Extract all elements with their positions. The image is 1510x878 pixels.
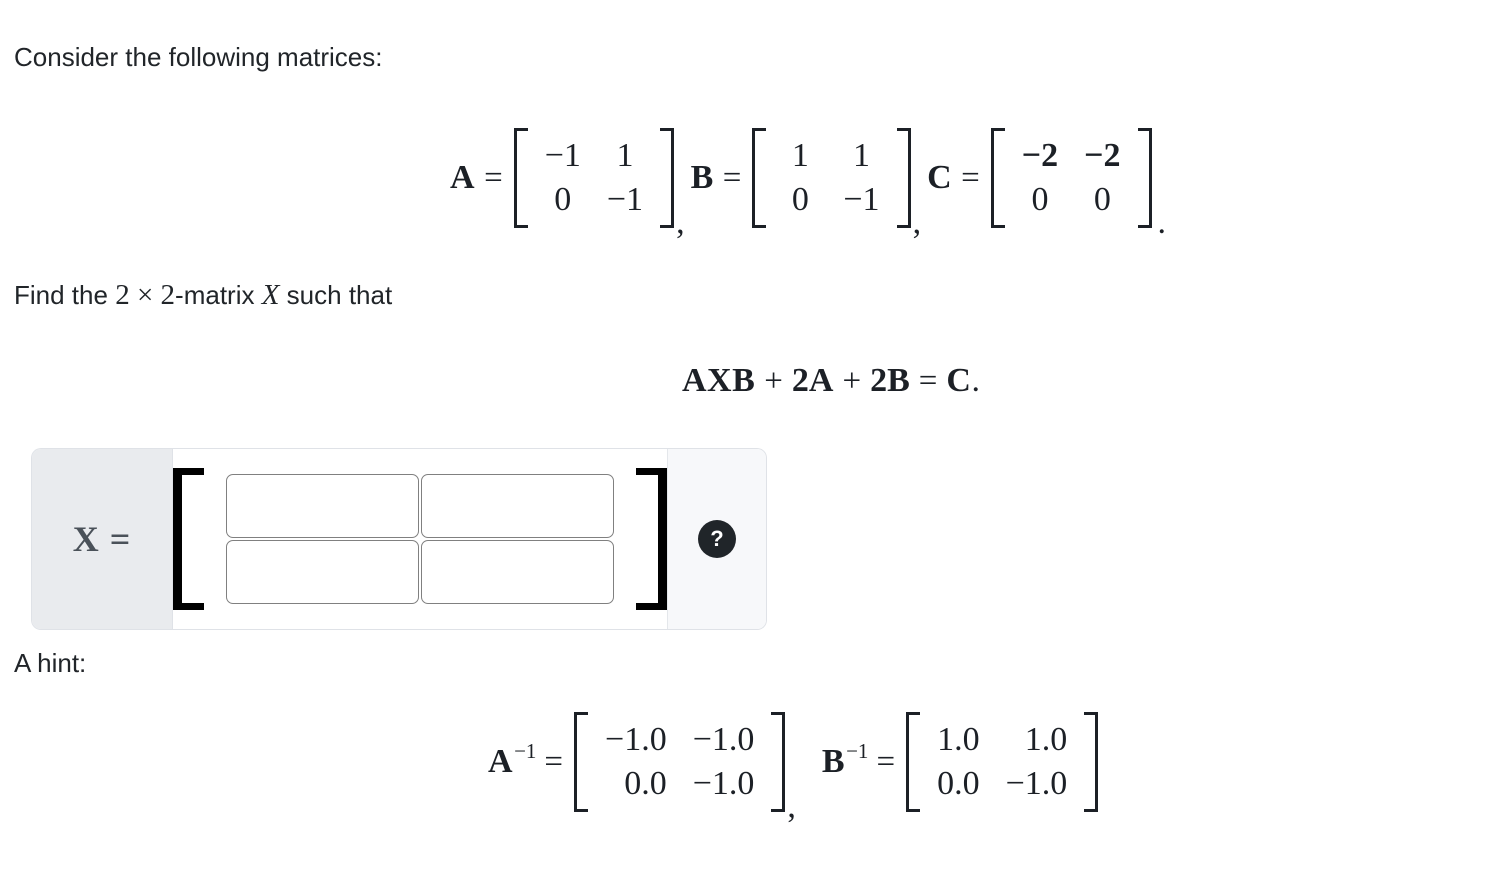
equation-term-1: AXB — [682, 362, 756, 399]
matrix-a-name: A — [450, 159, 476, 196]
equation-plus-2: + — [842, 362, 862, 399]
matrix-input-x12[interactable] — [421, 474, 614, 538]
matrix-input-x11[interactable] — [226, 474, 419, 538]
matrix-b-grid: 1 1 0 −1 — [766, 128, 896, 228]
matrix-b-separator: , — [912, 204, 922, 241]
bracket-left-icon — [906, 712, 921, 812]
matrix-c-equals: = — [961, 159, 980, 196]
answer-label: X = — [72, 519, 132, 559]
hint-matrices-row: A −1 = −1.0 −1.0 0.0 −1.0 , B −1 = 1.0 1.0… — [488, 712, 1100, 825]
hint-matrix-b-exponent: −1 — [846, 738, 869, 763]
equation-term-2: 2A — [791, 362, 834, 399]
hint-matrix-b-cell-10: 0.0 — [937, 765, 980, 802]
matrix-c: −2 −2 0 0 — [990, 128, 1152, 228]
matrix-c-separator: . — [1157, 204, 1167, 241]
given-matrices-row: A = −1 1 0 −1 , B = 1 1 0 −1 , C = −2 −2… — [450, 128, 1166, 241]
hint-heading: A hint: — [14, 646, 86, 680]
matrix-c-cell-10: 0 — [1031, 181, 1049, 218]
question-mark-icon[interactable]: ? — [698, 520, 736, 558]
hint-matrix-b-cell-00: 1.0 — [937, 721, 980, 758]
bracket-left-icon — [513, 128, 528, 228]
matrix-a-grid: −1 1 0 −1 — [528, 128, 660, 228]
bracket-right-icon — [636, 468, 667, 610]
answer-fields-panel — [173, 449, 668, 629]
answer-help-panel: ? — [668, 449, 766, 629]
hint-matrix-a-cell-01: −1.0 — [692, 721, 755, 758]
hint-matrix-b-cell-11: −1.0 — [1005, 765, 1068, 802]
task-dimension: 2 × 2 — [115, 279, 176, 311]
matrix-c-cell-11: 0 — [1093, 181, 1111, 218]
matrix-b-cell-10: 0 — [791, 181, 809, 218]
task-prefix: Find the — [14, 280, 108, 310]
hint-matrix-a-cell-10: 0.0 — [624, 765, 667, 802]
equation-term-3: 2B — [870, 362, 910, 399]
equation-equals: = — [918, 362, 938, 399]
task-variable: X — [261, 279, 280, 311]
task-text: Find the 2 × 2-matrix X such that — [14, 278, 392, 312]
matrix-input-group — [173, 468, 667, 610]
bracket-left-icon — [752, 128, 767, 228]
equation-period: . — [971, 362, 980, 399]
hint-matrix-a-equals: = — [544, 743, 564, 780]
hint-heading-label: A hint: — [14, 648, 87, 678]
bracket-right-icon — [771, 712, 786, 812]
matrix-input-grid — [204, 468, 636, 610]
bracket-right-icon — [896, 128, 911, 228]
hint-matrix-a-cell-00: −1.0 — [605, 721, 667, 758]
matrix-a-separator: , — [676, 204, 685, 241]
matrix-b-cell-11: −1 — [843, 181, 880, 218]
hint-matrix-a-exponent: −1 — [514, 738, 537, 763]
matrix-a-equals: = — [484, 159, 503, 196]
hint-matrix-b-name: B — [821, 743, 846, 780]
bracket-left-icon — [574, 712, 589, 812]
matrix-b-name: B — [690, 159, 714, 196]
answer-widget: X = ? — [32, 449, 766, 629]
hint-matrix-a-name: A — [488, 743, 514, 780]
hint-matrix-a-separator: , — [787, 788, 796, 825]
hint-matrix-a-grid: −1.0 −1.0 0.0 −1.0 — [588, 712, 771, 812]
hint-matrix-b-equals: = — [876, 743, 896, 780]
hint-matrix-b-cell-01: 1.0 — [1024, 721, 1068, 758]
intro-text: Consider the following matrices: — [14, 40, 383, 74]
equation-rhs: C — [946, 362, 972, 399]
hint-matrix-b-grid: 1.0 1.0 0.0 −1.0 — [920, 712, 1084, 812]
matrix-c-cell-01: −2 — [1084, 137, 1121, 174]
hint-matrix-a: −1.0 −1.0 0.0 −1.0 — [574, 712, 786, 812]
task-middle: -matrix — [175, 280, 255, 310]
matrix-a-cell-10: 0 — [554, 181, 572, 218]
matrix-b: 1 1 0 −1 — [752, 128, 911, 228]
matrix-a: −1 1 0 −1 — [513, 128, 675, 228]
matrix-input-x21[interactable] — [226, 540, 419, 604]
answer-label-panel: X = — [32, 449, 173, 629]
matrix-c-cell-00: −2 — [1021, 137, 1059, 174]
intro-label: Consider the following matrices: — [14, 42, 383, 72]
equation-plus-1: + — [764, 362, 783, 399]
hint-matrix-a-cell-11: −1.0 — [692, 765, 755, 802]
main-equation: AXB + 2A + 2B = C . — [682, 362, 980, 400]
bracket-left-icon — [990, 128, 1005, 228]
hint-matrix-b: 1.0 1.0 0.0 −1.0 — [906, 712, 1099, 812]
bracket-left-icon — [173, 468, 204, 610]
bracket-right-icon — [660, 128, 675, 228]
matrix-a-cell-11: −1 — [606, 181, 644, 218]
matrix-b-cell-00: 1 — [791, 137, 809, 174]
matrix-c-grid: −2 −2 0 0 — [1005, 128, 1138, 228]
matrix-a-cell-00: −1 — [544, 137, 581, 174]
matrix-b-cell-01: 1 — [852, 137, 870, 174]
matrix-b-equals: = — [722, 159, 742, 196]
bracket-right-icon — [1084, 712, 1099, 812]
matrix-c-name: C — [927, 159, 953, 196]
matrix-input-x22[interactable] — [421, 540, 614, 604]
task-suffix: such that — [286, 280, 393, 310]
help-button-label: ? — [710, 526, 724, 551]
bracket-right-icon — [1137, 128, 1152, 228]
matrix-a-cell-01: 1 — [616, 137, 634, 174]
